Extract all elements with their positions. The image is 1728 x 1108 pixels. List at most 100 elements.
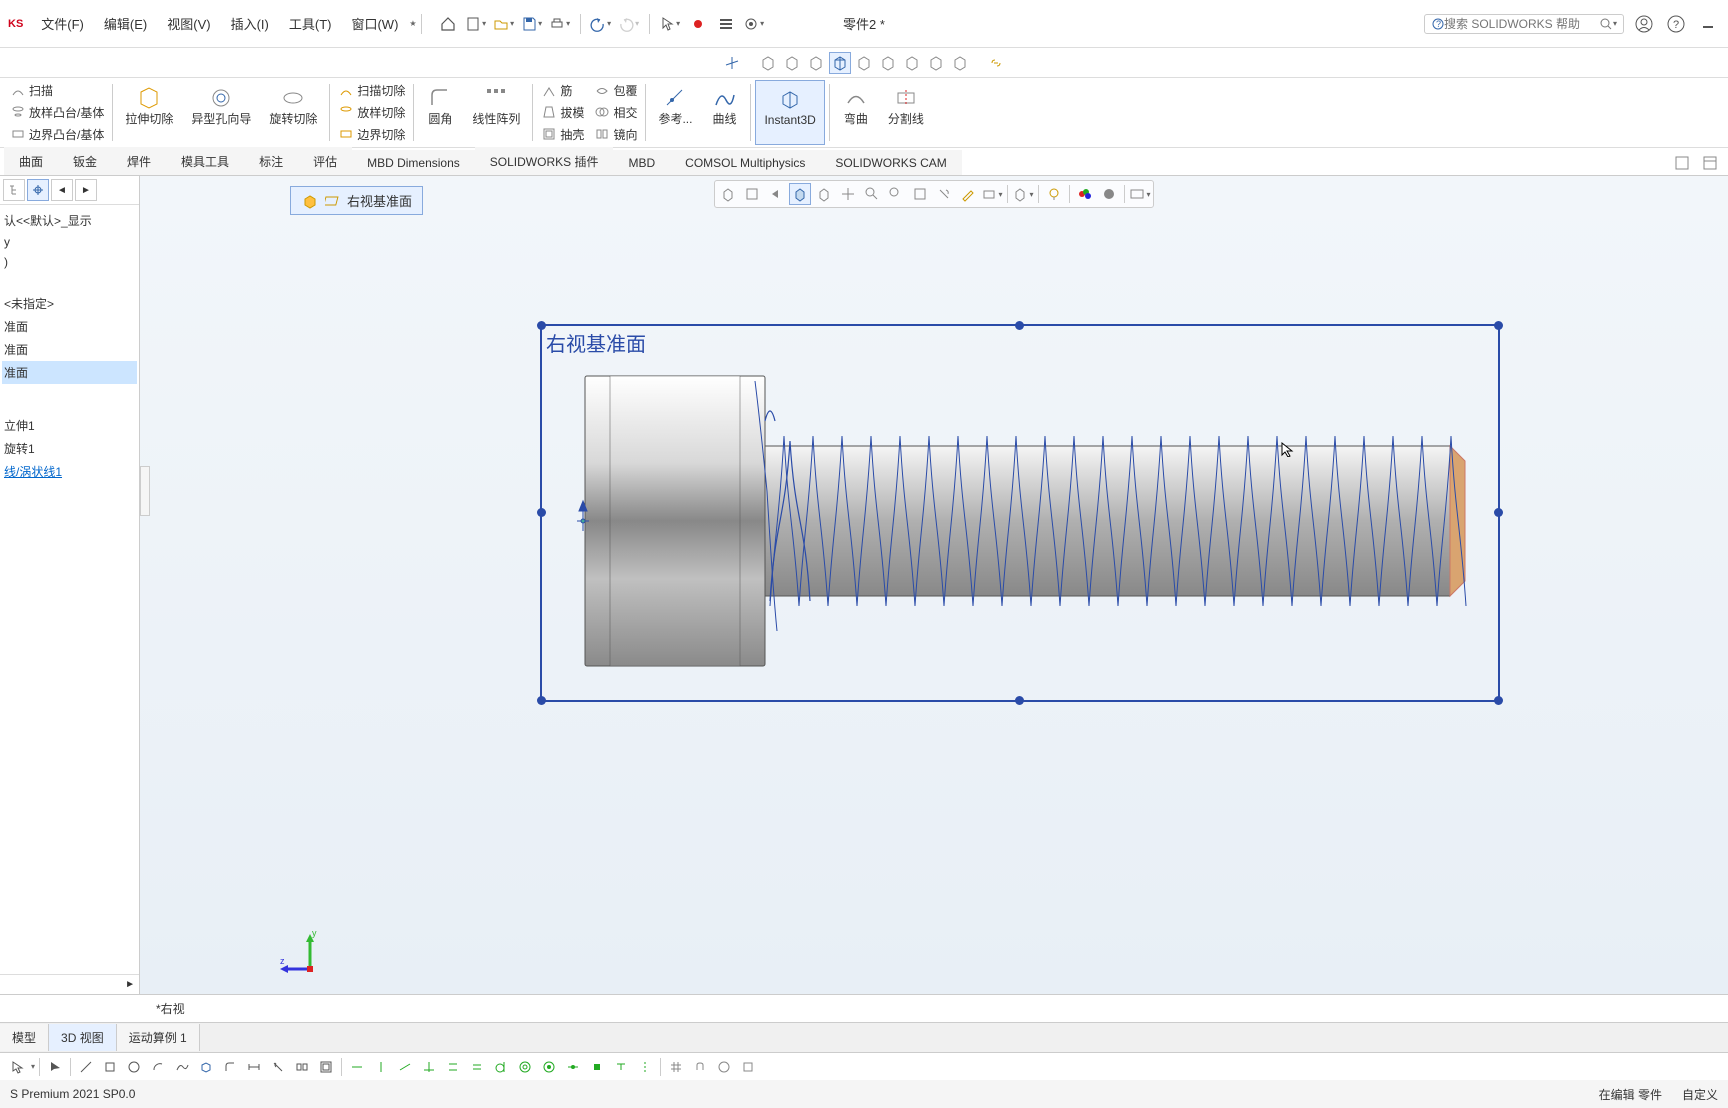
view-trimetric-icon[interactable] [925, 52, 947, 74]
view-top-icon[interactable] [853, 52, 875, 74]
tree-history[interactable]: y [2, 232, 137, 252]
loft-cut-button[interactable]: 放样切除 [334, 102, 409, 123]
tab-weldment[interactable]: 焊件 [112, 147, 166, 175]
rebuild-icon[interactable] [686, 12, 710, 36]
print-icon[interactable]: ▾ [548, 12, 572, 36]
view-left-icon[interactable] [805, 52, 827, 74]
tree-plane-front[interactable]: 准面 [2, 315, 137, 338]
tab-comsol[interactable]: COMSOL Multiphysics [670, 150, 820, 175]
search-box[interactable]: ? ▾ [1424, 14, 1624, 34]
quicksnap-tool[interactable] [737, 1056, 759, 1078]
display-style-icon[interactable] [861, 183, 883, 205]
side-tab-config[interactable] [27, 179, 49, 201]
tab-mbd[interactable]: MBD [613, 150, 670, 175]
rel-vert-tool[interactable] [370, 1056, 392, 1078]
user-icon[interactable] [1632, 12, 1656, 36]
sweep-cut-button[interactable]: 扫描切除 [334, 80, 409, 101]
mirror-button[interactable]: 镜向 [590, 124, 641, 145]
wrench-icon[interactable] [933, 183, 955, 205]
redo-icon[interactable]: ▾ [617, 12, 641, 36]
side-tab-tree[interactable] [3, 179, 25, 201]
dynamic-section-icon[interactable] [813, 183, 835, 205]
hide-show-icon[interactable] [885, 183, 907, 205]
tab-motion[interactable]: 运动算例 1 [117, 1024, 200, 1051]
menu-more[interactable]: ★ [409, 19, 416, 28]
fillet-sk-tool[interactable] [219, 1056, 241, 1078]
rib-button[interactable]: 筋 [537, 80, 588, 101]
settings-icon[interactable] [714, 12, 738, 36]
handle-nw[interactable] [537, 321, 546, 330]
sweep-button[interactable]: 扫描 [6, 80, 108, 101]
rel-horiz-tool[interactable] [346, 1056, 368, 1078]
help-icon[interactable]: ? [1664, 12, 1688, 36]
menu-tools[interactable]: 工具(T) [279, 14, 342, 33]
undo-icon[interactable]: ▾ [589, 12, 613, 36]
revolve-cut-button[interactable]: 旋转切除 [261, 80, 325, 145]
view-orient-icon[interactable] [837, 183, 859, 205]
tree-sensors[interactable]: ) [2, 252, 137, 272]
search-icon[interactable] [1599, 17, 1612, 31]
handle-e[interactable] [1494, 508, 1503, 517]
view-link-icon[interactable] [985, 52, 1007, 74]
section-icon[interactable] [789, 183, 811, 205]
instant3d-button[interactable]: Instant3D [755, 80, 824, 145]
shell-button[interactable]: 抽壳 [537, 124, 588, 145]
select-icon[interactable]: ▾ [658, 12, 682, 36]
side-tab-next[interactable]: ► [75, 179, 97, 201]
expand-icon[interactable] [1698, 151, 1722, 175]
tab-evaluate[interactable]: 评估 [298, 147, 352, 175]
view-dimetric-icon[interactable] [949, 52, 971, 74]
zoom-area-icon[interactable] [741, 183, 763, 205]
curves-button[interactable]: 曲线 [702, 80, 746, 145]
rel-sym-tool[interactable] [634, 1056, 656, 1078]
boundary-button[interactable]: 边界凸台/基体 [6, 124, 108, 145]
pattern-button[interactable]: 线性阵列 [464, 80, 528, 145]
view-iso-icon[interactable] [901, 52, 923, 74]
view-right-icon[interactable] [829, 52, 851, 74]
spline-tool[interactable] [171, 1056, 193, 1078]
lightbulb-icon[interactable] [1043, 183, 1065, 205]
dim-tool[interactable] [243, 1056, 265, 1078]
handle-ne[interactable] [1494, 321, 1503, 330]
rel-midpoint-tool[interactable] [562, 1056, 584, 1078]
hole-wizard-button[interactable]: 异型孔向导 [183, 80, 259, 145]
view-axis-icon[interactable] [721, 52, 743, 74]
rel-concentric-tool[interactable] [514, 1056, 536, 1078]
new-icon[interactable]: ▾ [464, 12, 488, 36]
refgeo-button[interactable]: 参考... [650, 80, 700, 145]
tab-swcam[interactable]: SOLIDWORKS CAM [820, 150, 961, 175]
bolt-model[interactable] [575, 361, 1475, 681]
draft-button[interactable]: 拔模 [537, 102, 588, 123]
handle-w[interactable] [537, 508, 546, 517]
grid-tool[interactable] [665, 1056, 687, 1078]
tree-material[interactable]: <未指定> [2, 292, 137, 315]
menu-view[interactable]: 视图(V) [157, 14, 220, 33]
tab-surface[interactable]: 曲面 [4, 147, 58, 175]
menu-file[interactable]: 文件(F) [31, 14, 94, 33]
menu-insert[interactable]: 插入(I) [221, 14, 279, 33]
handle-s[interactable] [1015, 696, 1024, 705]
tab-sheetmetal[interactable]: 钣金 [58, 147, 112, 175]
arc-tool[interactable] [147, 1056, 169, 1078]
camera-icon[interactable]: ▾ [981, 183, 1003, 205]
minimize-icon[interactable] [1696, 12, 1720, 36]
offset-tool[interactable] [315, 1056, 337, 1078]
tab-swaddins[interactable]: SOLIDWORKS 插件 [475, 147, 614, 175]
save-icon[interactable]: ▾ [520, 12, 544, 36]
tree-helix1[interactable]: 线/涡状线1 [2, 460, 137, 483]
edit-scene-icon[interactable] [909, 183, 931, 205]
circle-tool[interactable] [123, 1056, 145, 1078]
appear-icon[interactable]: ▾ [1012, 183, 1034, 205]
coordinate-triad[interactable]: y z [280, 924, 340, 984]
tab-moldtools[interactable]: 模具工具 [166, 147, 244, 175]
view-bottom-icon[interactable] [877, 52, 899, 74]
split-button[interactable]: 分割线 [880, 80, 932, 145]
texture-icon[interactable] [1098, 183, 1120, 205]
home-icon[interactable] [436, 12, 460, 36]
autorel-tool[interactable] [713, 1056, 735, 1078]
bend-button[interactable]: 弯曲 [834, 80, 878, 145]
rel-fix-tool[interactable] [586, 1056, 608, 1078]
rel-equal-tool[interactable] [466, 1056, 488, 1078]
snap-tool[interactable] [689, 1056, 711, 1078]
side-tab-prev[interactable]: ◄ [51, 179, 73, 201]
